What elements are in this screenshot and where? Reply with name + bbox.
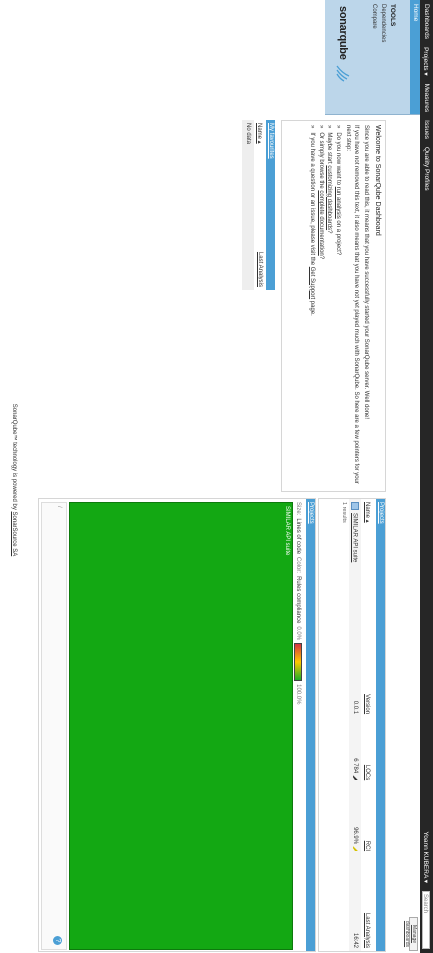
project-name-cell: SIMILAR API suite xyxy=(349,499,361,656)
favourites-col-last-analysis[interactable]: Last Analysis xyxy=(256,252,263,287)
nav-issues[interactable]: Issues xyxy=(422,120,430,139)
footer-text: SonarQube™ technology is powered by xyxy=(11,403,17,512)
sidebar: Home TOOLS Dependencies Compare sonarqub… xyxy=(325,0,420,115)
sonarqube-logo[interactable]: sonarqube xyxy=(336,6,350,82)
color-metric-select[interactable]: Rules compliance xyxy=(295,576,301,623)
project-locs-cell: 6 784 xyxy=(349,717,361,784)
col-rci[interactable]: RCI xyxy=(361,783,374,854)
welcome-text-1: Since you are able to read this, it mean… xyxy=(363,125,369,420)
projects-widget: Projects Name ▴ Version LOCs RCI Last An… xyxy=(318,498,386,952)
pointer-documentation: Or simply browse the complete documentat… xyxy=(317,125,326,491)
main-nav: Dashboards Projects ▾ Measures Issues Qu… xyxy=(422,4,430,191)
sidebar-item-compare[interactable]: Compare xyxy=(371,4,377,114)
project-icon xyxy=(351,502,359,510)
pointer-text: page. xyxy=(309,299,316,316)
trend-up-icon xyxy=(353,775,358,780)
pointer-text: If you have a question or an issue, plea… xyxy=(309,132,316,267)
app-frame: Dashboards Projects ▾ Measures Issues Qu… xyxy=(0,0,433,953)
treemap-footer: / ? xyxy=(41,502,67,950)
run-analysis-link[interactable]: run analysis xyxy=(335,187,341,219)
scale-min: 0.0% xyxy=(295,626,301,641)
treemap-cell[interactable]: SIMILAR API suite xyxy=(69,502,293,950)
scale-max: 100.0% xyxy=(295,684,301,705)
breadcrumb[interactable]: / xyxy=(56,506,62,508)
top-navigation-bar: Dashboards Projects ▾ Measures Issues Qu… xyxy=(420,0,433,953)
favourites-empty-row: No data xyxy=(242,120,254,290)
favourites-col-name[interactable]: Name ▴ xyxy=(256,123,263,144)
search-input[interactable]: Search xyxy=(422,891,430,949)
col-last-analysis[interactable]: Last Analysis xyxy=(361,854,374,951)
projects-table-header: Name ▴ Version LOCs RCI Last Analysis xyxy=(361,499,374,951)
treemap-cell-label: SIMILAR API suite xyxy=(284,506,290,556)
pointer-text: ? xyxy=(326,230,333,234)
color-label: Color: xyxy=(295,557,301,574)
logo-wordmark: sonarqube xyxy=(337,6,349,60)
color-scale xyxy=(294,643,302,682)
trend-up-yellow-icon xyxy=(353,846,358,851)
favourites-widget: My favourites Name ▴ Last Analysis No da… xyxy=(200,120,275,290)
pointer-text: on a project? xyxy=(335,218,341,256)
size-label: Size: xyxy=(295,502,301,516)
pointer-text: Do you now want to xyxy=(335,132,341,187)
pointer-text: ? xyxy=(318,255,324,260)
topbar-right: Yoann KUBERA ▾ Search xyxy=(422,832,430,949)
treemap-title[interactable]: Projects xyxy=(306,499,315,951)
project-rci: 96.9% xyxy=(351,827,358,845)
user-menu[interactable]: Yoann KUBERA ▾ xyxy=(422,832,430,883)
favourites-header: Name ▴ Last Analysis xyxy=(254,120,266,290)
treemap-widget: Projects Size: Lines of code Color: Rule… xyxy=(38,498,316,952)
welcome-text-2: If you have not removed this text, it al… xyxy=(345,125,359,484)
sidebar-tools-heading: TOOLS xyxy=(389,4,396,27)
customizing-dashboards-link[interactable]: customizing dashboards xyxy=(327,165,333,230)
projects-title[interactable]: Projects xyxy=(376,499,385,951)
sidebar-item-dependencies[interactable]: Dependencies xyxy=(380,4,386,114)
help-icon[interactable]: ? xyxy=(53,936,62,945)
pointer-run-analysis: Do you now want to run analysis on a pro… xyxy=(334,125,343,491)
sidebar-item-home[interactable]: Home xyxy=(410,0,420,114)
pointer-support: If you have a question or an issue, plea… xyxy=(308,125,317,491)
project-locs: 6 784 xyxy=(351,758,358,774)
page-footer: SonarQube™ technology is powered by Sona… xyxy=(11,330,17,630)
pointer-text: Or simply browse the xyxy=(318,132,324,191)
sonar-waves-icon xyxy=(336,65,350,82)
welcome-title: Welcome to SonarQube Dashboard xyxy=(374,125,381,236)
project-rci-cell: 96.9% xyxy=(349,783,361,855)
nav-quality-profiles[interactable]: Quality Profiles xyxy=(422,147,430,191)
nav-dashboards[interactable]: Dashboards xyxy=(422,4,430,39)
project-version: 0.0.1 xyxy=(349,655,361,718)
col-version[interactable]: Version xyxy=(361,656,374,717)
projects-table: Name ▴ Version LOCs RCI Last Analysis SI… xyxy=(349,499,374,951)
favourites-title[interactable]: My favourites xyxy=(266,120,275,290)
pointer-customizing: Maybe start customizing dashboards? xyxy=(325,125,334,491)
col-name[interactable]: Name ▴ xyxy=(361,499,374,656)
sonarsource-link[interactable]: SonarSource SA xyxy=(11,512,17,557)
welcome-widget: Welcome to SonarQube Dashboard Since you… xyxy=(281,120,386,492)
manage-dashboards-button[interactable]: Manage dashboards xyxy=(404,917,418,951)
complete-documentation-link[interactable]: complete documentation xyxy=(318,190,324,255)
nav-measures[interactable]: Measures xyxy=(422,84,430,113)
get-support-link[interactable]: Get Support xyxy=(310,267,316,299)
pointer-text: Maybe start xyxy=(326,132,333,166)
nav-projects[interactable]: Projects ▾ xyxy=(422,47,430,76)
project-link[interactable]: SIMILAR API suite xyxy=(351,513,357,562)
project-last-analysis: 16:42 xyxy=(349,854,361,951)
col-locs[interactable]: LOCs xyxy=(361,717,374,783)
table-row: SIMILAR API suite 0.0.1 6 784 96.9% 16:4… xyxy=(349,499,361,951)
welcome-pointers: Do you now want to run analysis on a pro… xyxy=(308,125,342,491)
results-count: 1 results xyxy=(341,502,347,523)
size-metric-select[interactable]: Lines of code xyxy=(295,518,301,554)
